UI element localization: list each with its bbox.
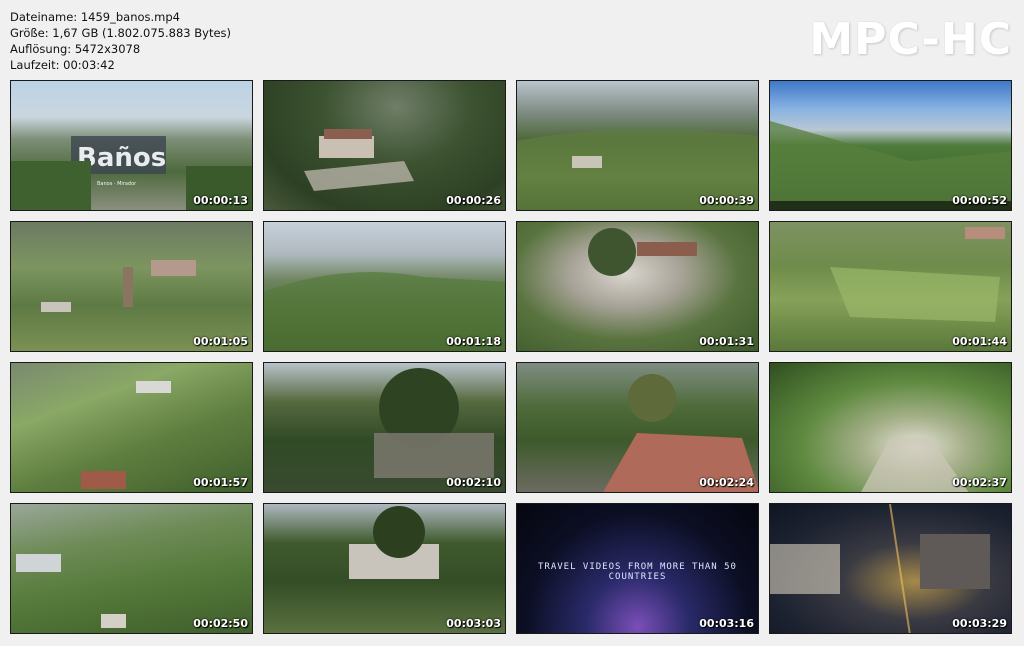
- thumbnail-6[interactable]: 00:01:18: [263, 221, 506, 352]
- thumbnail-timestamp: 00:03:16: [699, 617, 754, 630]
- thumbnail-timestamp: 00:01:44: [952, 335, 1007, 348]
- thumbnail-13[interactable]: 00:02:50: [10, 503, 253, 634]
- thumbnail-timestamp: 00:00:13: [193, 194, 248, 207]
- video-title-overlay: TRAVEL VIDEOS FROM MORE THAN 50 COUNTRIE…: [538, 562, 737, 582]
- thumbnail-timestamp: 00:01:05: [193, 335, 248, 348]
- thumbnail-4[interactable]: 00:00:52: [769, 80, 1012, 211]
- thumbnail-2[interactable]: 00:00:26: [263, 80, 506, 211]
- thumbnail-timestamp: 00:00:39: [699, 194, 754, 207]
- thumbnail-11[interactable]: 00:02:24: [516, 362, 759, 493]
- thumbnail-9[interactable]: 00:01:57: [10, 362, 253, 493]
- thumbnail-1[interactable]: Baños Banos · Mirador 00:00:13: [10, 80, 253, 211]
- thumbnail-15[interactable]: TRAVEL VIDEOS FROM MORE THAN 50 COUNTRIE…: [516, 503, 759, 634]
- thumbnail-timestamp: 00:01:57: [193, 476, 248, 489]
- thumbnail-5[interactable]: 00:01:05: [10, 221, 253, 352]
- thumbnail-timestamp: 00:02:24: [699, 476, 754, 489]
- thumbnail-8[interactable]: 00:01:44: [769, 221, 1012, 352]
- thumbnail-timestamp: 00:00:52: [952, 194, 1007, 207]
- thumbnail-14[interactable]: 00:03:03: [263, 503, 506, 634]
- thumbnail-timestamp: 00:03:29: [952, 617, 1007, 630]
- thumbnail-timestamp: 00:01:31: [699, 335, 754, 348]
- thumbnail-timestamp: 00:02:50: [193, 617, 248, 630]
- thumbnail-timestamp: 00:03:03: [446, 617, 501, 630]
- scene-sign-text: Banos · Mirador: [97, 181, 137, 187]
- thumbnail-timestamp: 00:02:10: [446, 476, 501, 489]
- thumbnail-10[interactable]: 00:02:10: [263, 362, 506, 493]
- thumbnail-7[interactable]: 00:01:31: [516, 221, 759, 352]
- thumbnail-16[interactable]: 00:03:29: [769, 503, 1012, 634]
- thumbnail-timestamp: 00:02:37: [952, 476, 1007, 489]
- thumbnail-timestamp: 00:00:26: [446, 194, 501, 207]
- thumbnail-12[interactable]: 00:02:37: [769, 362, 1012, 493]
- thumbnail-grid: Baños Banos · Mirador 00:00:13 00:00:26 …: [0, 0, 1024, 646]
- thumbnail-3[interactable]: 00:00:39: [516, 80, 759, 211]
- thumbnail-timestamp: 00:01:18: [446, 335, 501, 348]
